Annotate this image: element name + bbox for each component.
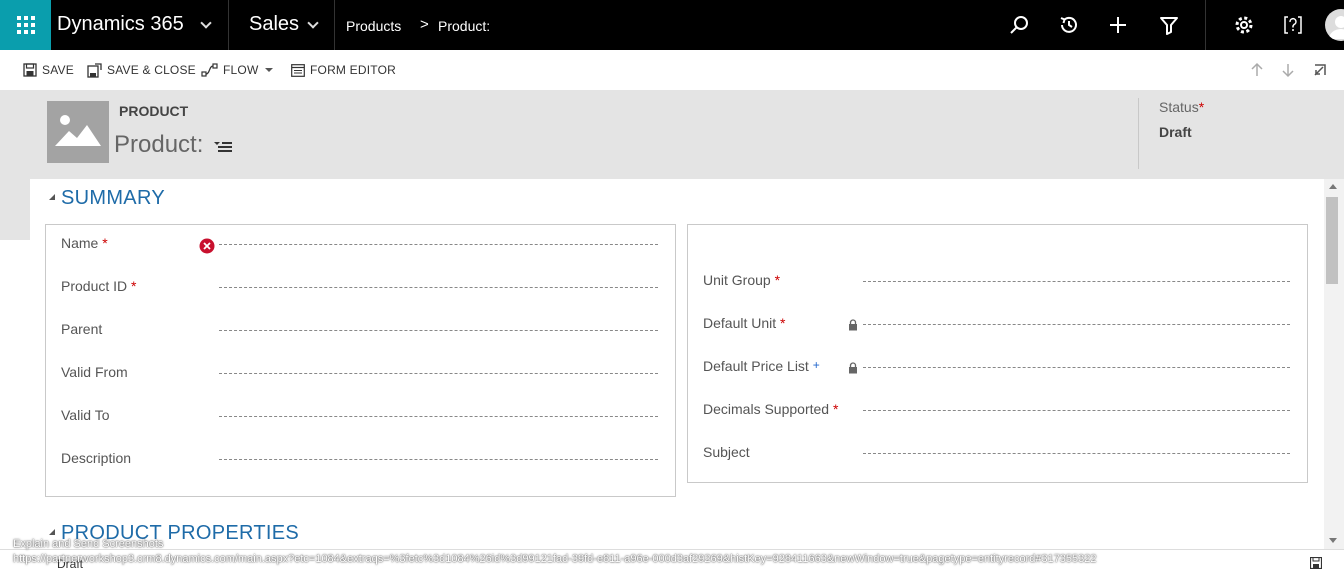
screenshot-overlay-label: Explain and Send Screenshots <box>13 538 164 550</box>
summary-right-panel <box>687 224 1308 483</box>
flow-dropdown-icon <box>265 68 274 72</box>
breadcrumb-separator: > <box>420 16 429 33</box>
properties-collapse-icon[interactable] <box>49 529 55 535</box>
field-label: Name * <box>61 235 108 251</box>
form-selector-menu-icon[interactable] <box>214 140 232 154</box>
pop-out-icon[interactable] <box>1312 62 1328 78</box>
field-label-text: Unit Group <box>703 272 771 288</box>
form-editor-label: FORM EDITOR <box>310 63 396 77</box>
section-title-summary[interactable]: SUMMARY <box>61 187 165 210</box>
record-title: Product: <box>114 131 204 158</box>
field-label-text: Decimals Supported <box>703 401 830 417</box>
left-gutter <box>0 179 30 240</box>
plus-icon[interactable] <box>1106 13 1130 37</box>
lock-icon <box>849 362 857 374</box>
field-label: Valid From <box>61 364 128 380</box>
top-navigation-bar: Dynamics 365 Sales Products > Product: <box>0 0 1344 50</box>
valid-to-input[interactable] <box>219 416 658 417</box>
app-name[interactable]: Dynamics 365 <box>57 13 184 36</box>
next-record-arrow-down-icon[interactable] <box>1280 62 1296 78</box>
save-button[interactable]: SAVE <box>23 61 74 79</box>
summary-left-panel <box>45 224 676 497</box>
summary-collapse-icon[interactable] <box>49 194 55 200</box>
help-icon[interactable] <box>1281 13 1305 37</box>
required-marker: * <box>780 315 786 331</box>
default-price-list-input[interactable] <box>863 367 1290 368</box>
description-input[interactable] <box>219 459 658 460</box>
error-icon <box>199 238 215 254</box>
save-close-label: SAVE & CLOSE <box>107 63 196 77</box>
gear-icon[interactable] <box>1232 13 1256 37</box>
image-placeholder-icon <box>55 115 101 146</box>
entity-image[interactable] <box>47 101 109 163</box>
search-icon[interactable] <box>1007 13 1031 37</box>
subject-input[interactable] <box>863 453 1290 454</box>
field-label: Parent <box>61 321 103 337</box>
name-input[interactable] <box>219 244 658 245</box>
user-avatar[interactable] <box>1325 9 1344 41</box>
nav-divider <box>334 0 335 50</box>
scroll-down-arrow-icon[interactable] <box>1329 538 1337 543</box>
save-close-icon <box>87 62 102 78</box>
default-unit-input[interactable] <box>863 324 1290 325</box>
app-launcher-button[interactable] <box>0 0 51 50</box>
breadcrumb-entity[interactable]: Products <box>346 18 401 34</box>
field-label: Description <box>61 450 132 466</box>
status-label: Status* <box>1159 99 1204 115</box>
filter-icon[interactable] <box>1157 13 1181 37</box>
url-overlay: https://partnerworkshop3.crm8.dynamics.c… <box>13 553 1097 565</box>
scroll-up-arrow-icon[interactable] <box>1329 184 1337 189</box>
field-label: Default Unit * <box>703 315 786 331</box>
field-label: Default Price List + <box>703 358 820 374</box>
field-label-text: Default Unit <box>703 315 777 331</box>
form-editor-button[interactable]: FORM EDITOR <box>291 61 396 79</box>
required-marker: * <box>832 401 839 417</box>
area-chevron-down-icon[interactable] <box>307 17 319 29</box>
save-icon <box>23 63 37 77</box>
required-marker: * <box>102 235 108 251</box>
save-close-button[interactable]: SAVE & CLOSE <box>87 61 196 79</box>
flow-label: FLOW <box>223 63 259 77</box>
product-id-input[interactable] <box>219 287 658 288</box>
required-marker: * <box>774 272 781 288</box>
area-switcher[interactable]: Sales <box>249 13 299 36</box>
save-label: SAVE <box>42 63 74 77</box>
nav-divider <box>228 0 229 50</box>
waffle-icon <box>16 16 35 34</box>
previous-record-arrow-up-icon[interactable] <box>1249 62 1265 78</box>
field-label: Decimals Supported * <box>703 401 838 417</box>
app-chevron-down-icon[interactable] <box>200 17 212 29</box>
unit-group-input[interactable] <box>863 281 1290 282</box>
field-label: Product ID * <box>61 278 136 294</box>
valid-from-input[interactable] <box>219 373 658 374</box>
history-icon[interactable] <box>1057 13 1081 37</box>
user-icon <box>1329 16 1344 39</box>
required-marker: * <box>1198 99 1205 115</box>
scrollbar-thumb[interactable] <box>1326 197 1338 284</box>
command-bar: SAVE SAVE & CLOSE FLOW FORM EDITOR <box>0 50 1344 90</box>
field-label-text: Name <box>61 235 99 251</box>
field-label: Unit Group * <box>703 272 780 288</box>
header-divider <box>1138 98 1139 169</box>
nav-divider <box>1205 0 1206 50</box>
field-label-text: Default Price List <box>703 358 809 374</box>
flow-icon <box>201 63 218 77</box>
lock-icon <box>849 319 857 331</box>
required-marker: * <box>131 278 137 294</box>
decimals-supported-input[interactable] <box>863 410 1290 411</box>
field-label-text: Product ID <box>61 278 128 294</box>
form-editor-icon <box>291 63 305 77</box>
breadcrumb-record: Product: <box>438 18 491 34</box>
field-label: Valid To <box>61 407 110 423</box>
parent-input[interactable] <box>219 330 658 331</box>
recommended-marker: + <box>812 358 820 372</box>
flow-button[interactable]: FLOW <box>201 61 279 79</box>
entity-type-label: PRODUCT <box>119 103 189 119</box>
status-label-text: Status <box>1159 99 1199 115</box>
footer-save-icon[interactable] <box>1310 557 1322 569</box>
status-value: Draft <box>1159 124 1192 140</box>
field-label: Subject <box>703 444 750 460</box>
